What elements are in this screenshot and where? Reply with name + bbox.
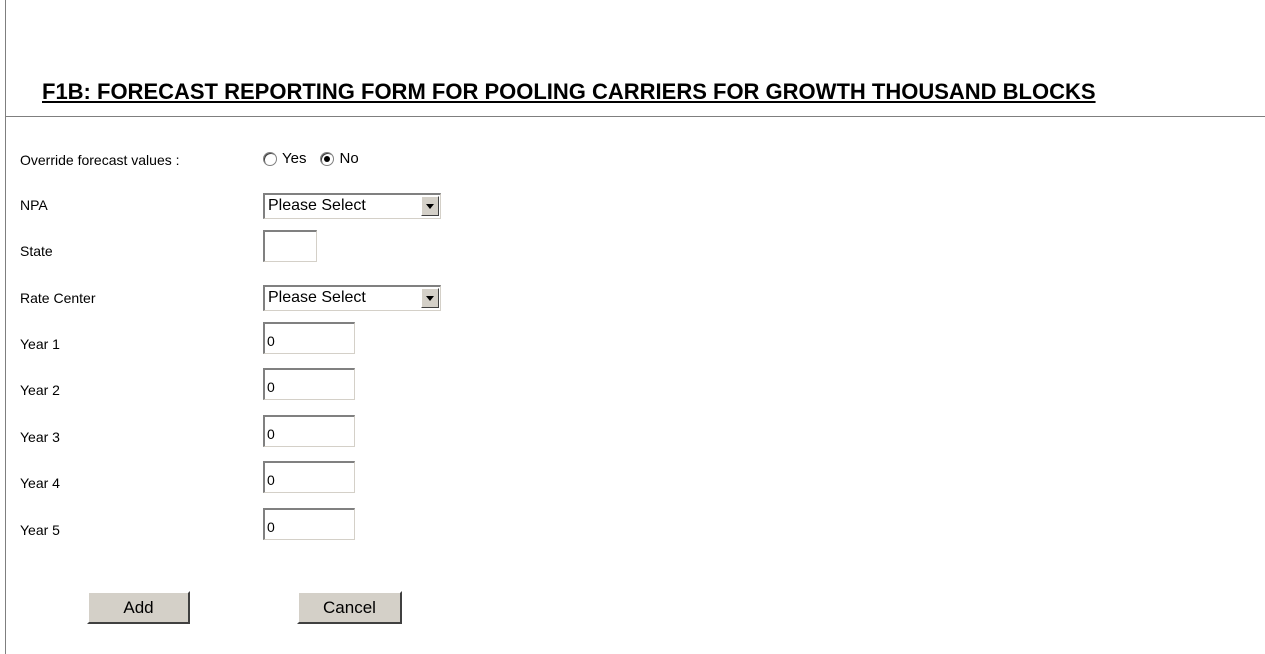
override-no-radio[interactable] [320,151,335,166]
state-label: State [20,243,53,259]
title-divider [6,116,1265,117]
state-input[interactable] [263,230,317,262]
year-3-label: Year 3 [20,429,60,445]
page-title: F1B: FORECAST REPORTING FORM FOR POOLING… [42,79,1096,104]
chevron-down-icon[interactable] [421,196,439,216]
override-label: Override forecast values : [20,152,180,168]
override-radio-group: Yes No [263,150,373,167]
forecast-form-page: F1B: FORECAST REPORTING FORM FOR POOLING… [0,0,1265,654]
add-button[interactable]: Add [87,591,190,624]
override-yes-label[interactable]: Yes [282,150,306,167]
year-1-input[interactable] [263,322,355,354]
year-4-label: Year 4 [20,475,60,491]
chevron-down-icon[interactable] [421,288,439,308]
override-yes-radio[interactable] [263,151,277,166]
year-1-label: Year 1 [20,336,60,352]
npa-selected-value: Please Select [268,197,366,214]
npa-label: NPA [20,197,48,213]
rate-center-selected-value: Please Select [268,289,366,306]
cancel-button[interactable]: Cancel [297,591,402,624]
override-no-label[interactable]: No [339,150,358,167]
year-5-input[interactable] [263,508,355,540]
left-border [5,0,6,654]
rate-center-label: Rate Center [20,290,96,306]
year-2-input[interactable] [263,368,355,400]
year-4-input[interactable] [263,461,355,493]
npa-select[interactable]: Please Select [263,193,441,219]
year-2-label: Year 2 [20,382,60,398]
rate-center-select[interactable]: Please Select [263,285,441,311]
year-3-input[interactable] [263,415,355,447]
year-5-label: Year 5 [20,522,60,538]
